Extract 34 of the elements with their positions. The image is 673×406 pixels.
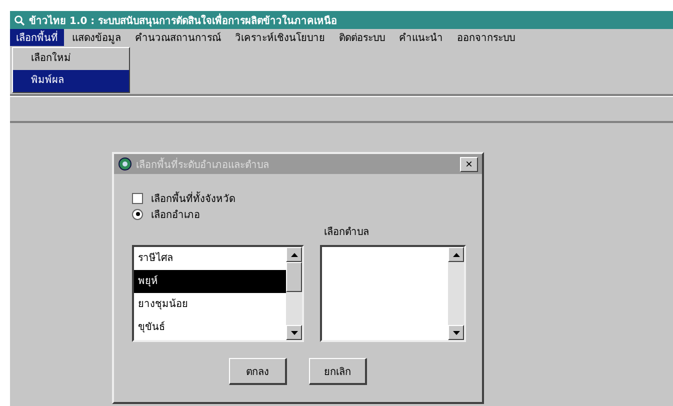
option-label: เลือกอำเภอ <box>151 208 200 222</box>
scroll-thumb[interactable] <box>286 262 302 292</box>
dialog-button[interactable]: ยกเลิก <box>309 358 367 385</box>
menu-item[interactable]: แสดงข้อมูล <box>66 29 127 46</box>
option-label: เลือกพื้นที่ทั้งจังหวัด <box>151 190 235 206</box>
scrollbar[interactable] <box>448 247 464 340</box>
dialog-title: เลือกพื้นที่ระดับอำเภอและตำบล <box>136 156 270 172</box>
window-title: ข้าวไทย 1.0 : ระบบสนับสนุนการตัดสินใจเพื่อการผลิตข้าวในภาคเหนือ <box>29 12 338 28</box>
list-label: เลือกตำบล <box>323 226 370 239</box>
menu-entry[interactable]: เลือกใหม่ <box>13 48 129 70</box>
menu-item[interactable]: วิเคราะห์เชิงนโยบาย <box>229 29 331 46</box>
menu-item[interactable]: ออกจากระบบ <box>451 29 521 46</box>
list-item[interactable]: พยุห์ <box>134 270 286 293</box>
subdistrict-list[interactable] <box>320 245 466 342</box>
checkbox[interactable] <box>132 192 143 204</box>
list-item[interactable]: ยางชุมน้อย <box>134 293 286 316</box>
list-item[interactable]: ขุขันธ์ <box>134 316 286 339</box>
scroll-down-icon[interactable] <box>448 325 464 340</box>
globe-icon <box>118 157 132 171</box>
scrollbar[interactable] <box>286 247 302 340</box>
scroll-down-icon[interactable] <box>286 325 302 340</box>
close-button[interactable]: × <box>460 156 478 172</box>
scroll-up-icon[interactable] <box>448 247 464 262</box>
menu-item[interactable]: ติดต่อระบบ <box>333 29 391 46</box>
radio-button[interactable] <box>132 208 143 220</box>
list-item[interactable]: ราษีไศล <box>134 247 286 270</box>
menu-entry[interactable]: พิมพ์ผล <box>13 70 129 92</box>
menu-item[interactable]: เลือกพื้นที่ <box>10 29 64 46</box>
menu-item[interactable]: คำนวณสถานการณ์ <box>129 29 227 46</box>
menu-item[interactable]: คำแนะนำ <box>393 29 449 46</box>
district-list[interactable]: ราษีไศล พยุห์ ยางชุมน้อย ขุขันธ์ <box>132 245 304 342</box>
scroll-up-icon[interactable] <box>286 247 302 262</box>
dialog-button[interactable]: ตกลง <box>229 358 287 385</box>
magnifier-icon <box>14 14 25 26</box>
